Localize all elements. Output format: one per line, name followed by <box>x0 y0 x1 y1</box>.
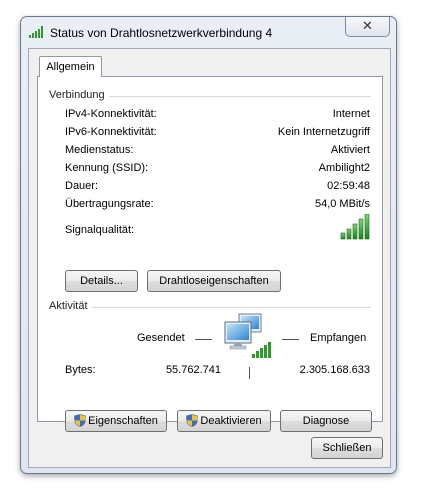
speed-label: Übertragungsrate: <box>65 198 154 210</box>
details-button[interactable]: Details... <box>65 270 138 292</box>
uac-shield-icon <box>74 413 86 427</box>
tab-allgemein[interactable]: Allgemein <box>39 56 102 77</box>
bytes-label: Bytes: <box>65 364 96 376</box>
duration-label: Dauer: <box>65 180 99 192</box>
tab-panel-general: Verbindung IPv4-Konnektivität: Internet … <box>37 76 383 432</box>
info-row-duration: Dauer: 02:59:48 <box>65 180 370 196</box>
ssid-value: Ambilight2 <box>318 162 370 174</box>
info-row-signal: Signalqualität: <box>65 214 370 244</box>
properties-button-label: Eigenschaften <box>88 415 158 427</box>
ipv6-value: Kein Internetzugriff <box>277 126 370 138</box>
bytes-sent-value: 55.762.741 <box>165 364 221 376</box>
window-close-button[interactable]: ✕ <box>345 17 390 37</box>
ipv4-label: IPv4-Konnektivität: <box>65 108 157 120</box>
activity-heading: Aktivität <box>49 300 92 312</box>
info-row-ipv4: IPv4-Konnektivität: Internet <box>65 108 370 124</box>
media-status-value: Aktiviert <box>330 144 370 156</box>
title-bar[interactable]: Status von Drahtlosnetzwerkverbindung 4 … <box>21 17 396 47</box>
ipv6-label: IPv6-Konnektivität: <box>65 126 157 138</box>
sent-connector-line <box>195 339 212 340</box>
window-title: Status von Drahtlosnetzwerkverbindung 4 <box>50 26 273 40</box>
info-row-ssid: Kennung (SSID): Ambilight2 <box>65 162 370 178</box>
signal-label: Signalqualität: <box>65 224 135 236</box>
disable-button[interactable]: Deaktivieren <box>177 410 271 432</box>
uac-shield-icon <box>186 413 199 427</box>
received-connector-line <box>282 339 299 340</box>
close-button[interactable]: Schließen <box>311 437 383 459</box>
bytes-received-value: 2.305.168.633 <box>299 364 370 376</box>
status-dialog: Status von Drahtlosnetzwerkverbindung 4 … <box>20 16 397 474</box>
bytes-separator <box>249 367 250 379</box>
media-status-label: Medienstatus: <box>65 144 134 156</box>
info-row-media-status: Medienstatus: Aktiviert <box>65 144 370 160</box>
signal-strength-icon <box>340 214 370 240</box>
ipv4-value: Internet <box>332 108 370 120</box>
received-label: Empfangen <box>310 332 367 344</box>
network-computer-icon <box>224 313 271 358</box>
dialog-client-area: Allgemein Verbindung IPv4-Konnektivität:… <box>28 48 391 468</box>
close-icon: ✕ <box>362 18 373 33</box>
info-row-ipv6: IPv6-Konnektivität: Kein Internetzugriff <box>65 126 370 142</box>
wireless-signal-icon <box>29 26 43 38</box>
disable-button-label: Deaktivieren <box>200 415 262 427</box>
connection-heading: Verbindung <box>49 89 109 101</box>
ssid-label: Kennung (SSID): <box>65 162 149 174</box>
diagnose-button[interactable]: Diagnose <box>280 410 372 432</box>
divider-activity <box>49 307 371 308</box>
info-row-speed: Übertragungsrate: 54,0 MBit/s <box>65 198 370 214</box>
duration-value: 02:59:48 <box>327 180 370 192</box>
speed-value: 54,0 MBit/s <box>314 198 370 210</box>
sent-label: Gesendet <box>137 332 185 344</box>
wireless-properties-button[interactable]: Drahtloseigenschaften <box>147 270 281 292</box>
properties-button[interactable]: Eigenschaften <box>65 410 167 432</box>
